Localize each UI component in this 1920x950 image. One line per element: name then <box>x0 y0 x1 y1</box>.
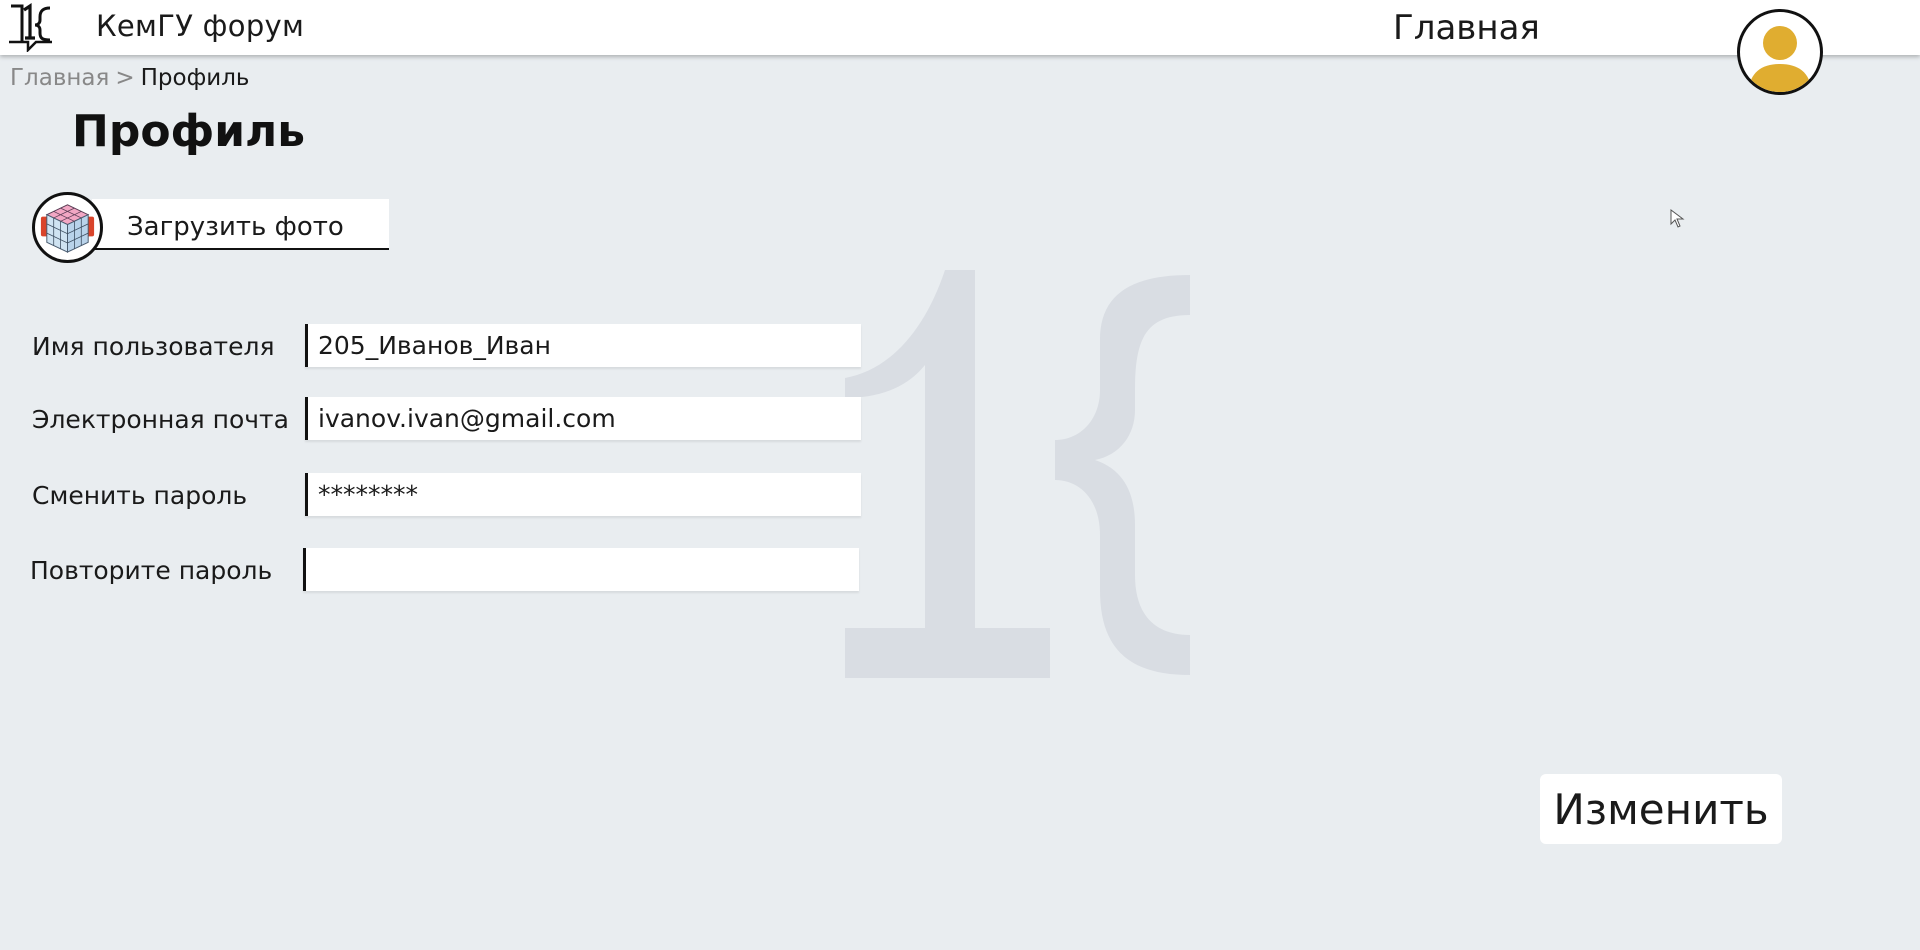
username-label: Имя пользователя <box>32 332 275 361</box>
repeat-password-row: Повторите пароль <box>0 548 880 594</box>
repeat-password-input[interactable] <box>303 548 859 591</box>
user-avatar-icon <box>1748 26 1812 92</box>
upload-photo-control: Загрузить фото <box>32 192 389 264</box>
change-password-input[interactable] <box>305 473 861 516</box>
top-navigation-bar: КемГУ форум Главная <box>0 0 1920 55</box>
app-title: КемГУ форум <box>96 9 305 43</box>
username-input[interactable] <box>305 324 861 367</box>
upload-photo-label[interactable]: Загрузить фото <box>127 212 344 242</box>
change-button[interactable]: Изменить <box>1540 774 1782 844</box>
1c-logo-icon[interactable] <box>6 2 56 52</box>
mouse-cursor-icon <box>1670 209 1685 228</box>
breadcrumb-current: Профиль <box>140 65 250 91</box>
profile-page: КемГУ форум Главная Главная > Профиль Проф… <box>0 0 1920 950</box>
breadcrumb: Главная > Профиль <box>10 63 249 93</box>
breadcrumb-home-link[interactable]: Главная <box>10 65 109 91</box>
rubiks-cube-avatar-icon <box>40 204 95 253</box>
breadcrumb-separator: > <box>115 65 135 91</box>
change-password-label: Сменить пароль <box>32 481 248 510</box>
page-title: Профиль <box>72 106 306 157</box>
repeat-password-label: Повторите пароль <box>30 556 273 585</box>
1c-watermark-icon <box>845 270 1190 678</box>
user-avatar-button[interactable] <box>1737 9 1823 95</box>
nav-link-home[interactable]: Главная <box>1393 8 1540 48</box>
email-row: Электронная почта <box>0 397 880 443</box>
change-password-row: Сменить пароль <box>0 473 880 519</box>
profile-photo[interactable] <box>32 192 103 263</box>
email-input[interactable] <box>305 397 861 440</box>
email-label: Электронная почта <box>32 405 289 434</box>
username-row: Имя пользователя <box>0 324 880 370</box>
